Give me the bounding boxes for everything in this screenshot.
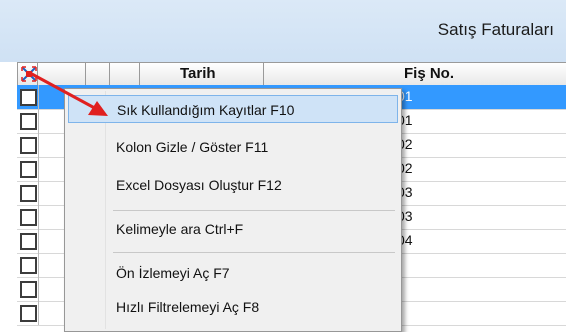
row-checkbox[interactable] <box>20 305 37 322</box>
menu-item-create-excel[interactable]: Excel Dosyası Oluştur F12 <box>68 171 398 199</box>
menu-item-label: Kolon Gizle / Göster F11 <box>116 139 269 155</box>
row-checkbox[interactable] <box>20 89 37 106</box>
menu-item-hide-show-columns[interactable]: Kolon Gizle / Göster F11 <box>68 133 398 161</box>
menu-item-search-word[interactable]: Kelimeyle ara Ctrl+F <box>68 215 398 243</box>
row-divider <box>38 85 39 109</box>
row-divider <box>38 301 39 325</box>
column-header-1[interactable] <box>38 63 86 85</box>
row-checkbox[interactable] <box>20 113 37 130</box>
row-checkbox[interactable] <box>20 233 37 250</box>
row-checkbox[interactable] <box>20 257 37 274</box>
column-header-fis-no-label: Fiş No. <box>404 65 455 82</box>
menu-item-label: Excel Dosyası Oluştur F12 <box>116 177 282 193</box>
menu-item-label: Hızlı Filtrelemeyi Aç F8 <box>116 299 260 315</box>
menu-separator <box>113 252 395 253</box>
row-divider <box>38 133 39 157</box>
menu-separator <box>113 210 395 211</box>
grid-options-icon <box>21 66 37 82</box>
window-title-bar: Satış Faturaları <box>0 0 566 62</box>
column-header-tarih[interactable]: Tarih <box>140 63 264 85</box>
window-title: Satış Faturaları <box>437 20 554 39</box>
menu-item-open-preview[interactable]: Ön İzlemeyi Aç F7 <box>68 259 398 287</box>
row-checkbox[interactable] <box>20 185 37 202</box>
row-divider <box>38 109 39 133</box>
menu-item-label: Ön İzlemeyi Aç F7 <box>116 265 230 281</box>
context-menu: Sık Kullandığım Kayıtlar F10 Kolon Gizle… <box>64 88 402 332</box>
menu-item-label: Sık Kullandığım Kayıtlar F10 <box>117 102 295 118</box>
column-header-3[interactable] <box>110 63 140 85</box>
menu-item-open-quick-filter[interactable]: Hızlı Filtrelemeyi Aç F8 <box>68 293 398 321</box>
row-divider <box>38 277 39 301</box>
select-all-button[interactable] <box>17 63 38 85</box>
column-header-tarih-label: Tarih <box>180 65 216 82</box>
row-divider <box>38 205 39 229</box>
column-header-2[interactable] <box>86 63 110 85</box>
row-checkbox[interactable] <box>20 281 37 298</box>
row-divider <box>38 181 39 205</box>
row-checkbox[interactable] <box>20 137 37 154</box>
row-divider <box>38 229 39 253</box>
row-divider <box>38 253 39 277</box>
menu-item-favorite-records[interactable]: Sık Kullandığım Kayıtlar F10 <box>68 95 398 123</box>
row-divider <box>38 157 39 181</box>
row-checkbox[interactable] <box>20 209 37 226</box>
column-header-fis-no[interactable]: Fiş No. <box>264 63 566 85</box>
grid-header-row: Tarih Fiş No. <box>17 62 566 86</box>
menu-item-label: Kelimeyle ara Ctrl+F <box>116 221 244 237</box>
row-checkbox[interactable] <box>20 161 37 178</box>
